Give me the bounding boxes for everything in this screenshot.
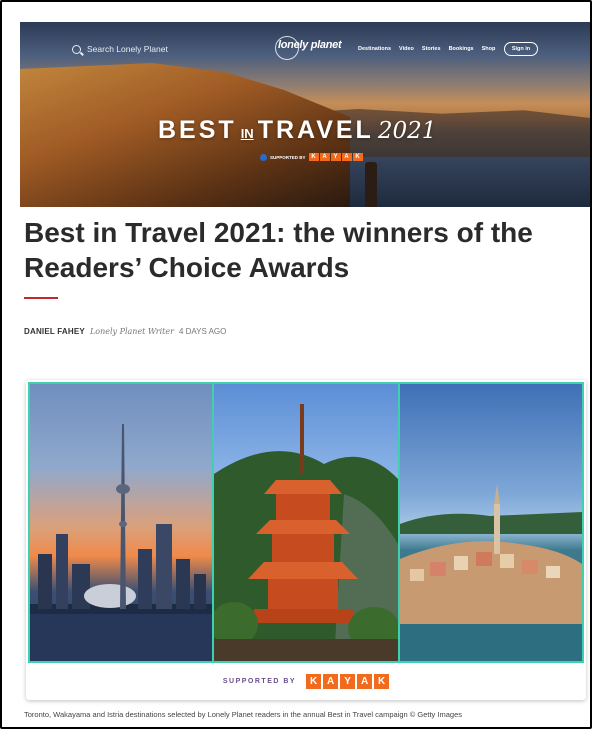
nav-shop[interactable]: Shop — [482, 46, 496, 52]
hero-sponsor-label: SUPPORTED BY — [270, 154, 306, 160]
toronto-image — [28, 382, 214, 663]
nav-stories[interactable]: Stories — [422, 46, 441, 52]
best-in-travel-title: BEST IN TRAVEL 2021 — [158, 116, 436, 145]
istria-image — [398, 382, 584, 663]
title-year: 2021 — [377, 118, 437, 144]
kayak-letter: K — [352, 153, 363, 161]
wakayama-image — [212, 382, 400, 663]
kayak-letter: Y — [340, 673, 356, 689]
publish-date: 4 DAYS AGO — [178, 327, 227, 336]
info-icon — [260, 153, 267, 161]
title-best: BEST — [158, 116, 237, 144]
author-role: Lonely Planet Writer — [89, 327, 174, 336]
search-icon — [72, 44, 81, 54]
toronto-skyline-illustration — [30, 424, 212, 661]
title-in: IN — [240, 126, 254, 141]
kayak-letter: K — [374, 673, 390, 689]
nav-destinations[interactable]: Destinations — [358, 46, 391, 52]
kayak-letter: A — [319, 153, 330, 161]
kayak-letter: A — [323, 673, 339, 689]
kayak-letter: A — [357, 673, 373, 689]
kayak-logo-small[interactable]: K A Y A K — [308, 153, 363, 161]
nav-bookings[interactable]: Bookings — [449, 46, 474, 52]
kayak-letter: K — [306, 673, 322, 689]
main-nav: Destinations Video Stories Bookings Shop — [358, 46, 495, 52]
headline-accent-rule — [24, 297, 58, 299]
sign-in-button[interactable]: Sign in — [504, 42, 538, 56]
article-headline: Best in Travel 2021: the winners of the … — [24, 217, 533, 283]
destination-collage: SUPPORTED BY K A Y A K — [26, 380, 586, 700]
collage-sponsor-bar: SUPPORTED BY K A Y A K — [26, 664, 586, 698]
search-box[interactable]: Search Lonely Planet — [72, 44, 168, 54]
rovinj-illustration — [400, 484, 582, 661]
kayak-letter: A — [341, 153, 352, 161]
kayak-logo[interactable]: K A Y A K — [306, 673, 390, 689]
hero-banner: Search Lonely Planet lonely planet Desti… — [20, 22, 590, 207]
hero-sea-stack — [365, 162, 377, 207]
search-placeholder: Search Lonely Planet — [87, 44, 168, 54]
collage-sponsor-label: SUPPORTED BY — [222, 677, 297, 685]
pagoda-illustration — [214, 404, 398, 661]
browser-frame: Search Lonely Planet lonely planet Desti… — [0, 0, 592, 729]
author-name[interactable]: DANIEL FAHEY — [24, 327, 85, 336]
lonely-planet-logo[interactable]: lonely planet — [275, 36, 342, 60]
title-travel: TRAVEL — [257, 116, 374, 144]
nav-video[interactable]: Video — [399, 46, 414, 52]
logo-ring-icon — [275, 36, 299, 60]
kayak-letter: K — [308, 153, 319, 161]
image-caption: Toronto, Wakayama and Istria destination… — [24, 710, 462, 719]
byline: DANIEL FAHEY Lonely Planet Writer 4 DAYS… — [24, 327, 226, 336]
hero-sponsor: SUPPORTED BY K A Y A K — [260, 153, 363, 161]
kayak-letter: Y — [330, 153, 341, 161]
